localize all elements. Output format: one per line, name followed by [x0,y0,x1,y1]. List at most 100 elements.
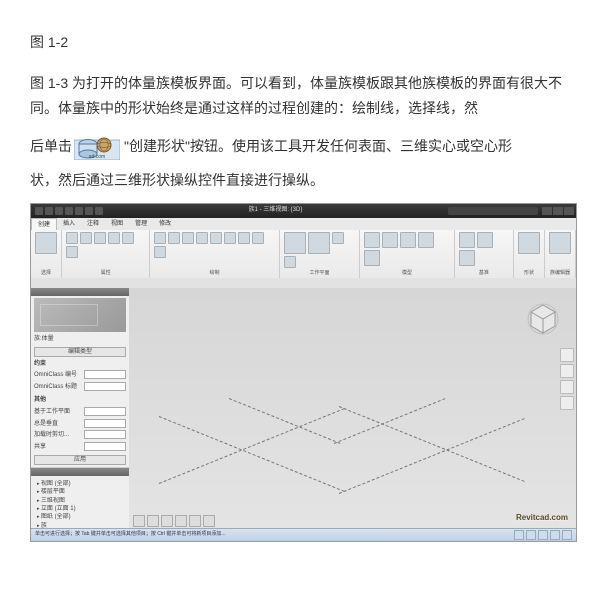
pan-icon[interactable] [560,364,574,378]
qat-icon[interactable] [85,207,93,215]
ribbon-button[interactable] [518,232,540,254]
ribbon-button[interactable] [154,246,166,258]
ribbon-button[interactable] [182,232,194,244]
ribbon-button[interactable] [80,232,92,244]
qat-icon[interactable] [75,207,83,215]
ribbon-button[interactable] [66,246,78,258]
reference-plane[interactable] [334,398,446,444]
orbit-icon[interactable] [560,396,574,410]
ribbon-group: 属性 [62,230,150,278]
visual-style-icon[interactable] [161,515,173,527]
ribbon-button[interactable] [122,232,134,244]
zoom-icon[interactable] [560,380,574,394]
ribbon-group: 族编辑器 [545,230,576,278]
tree-node[interactable]: 三维视图 [37,497,123,505]
apply-button[interactable]: 应用 [34,455,126,465]
ribbon-button[interactable] [66,232,78,244]
ribbon-tab[interactable]: 管理 [129,218,153,230]
category-label: 族:体量 [34,334,126,345]
type-selector-thumb[interactable] [34,298,126,332]
nav-wheel-icon[interactable] [560,348,574,362]
maximize-button[interactable] [553,207,563,215]
ribbon-button[interactable] [332,232,344,244]
status-text: 单击可进行选择；按 Tab 键并单击可选择其他项目；按 Ctrl 键并单击可将新… [35,530,226,539]
close-button[interactable] [564,207,574,215]
reference-plane[interactable] [159,408,345,484]
scale-icon[interactable] [133,515,145,527]
ribbon-button[interactable] [382,232,398,248]
ribbon-button[interactable] [108,232,120,244]
ribbon-button[interactable] [284,232,306,254]
ribbon-tab[interactable]: 创建 [31,218,57,230]
ribbon-button[interactable] [35,232,57,254]
ribbon-button[interactable] [549,232,571,254]
ribbon-button[interactable] [252,232,264,244]
tree-node[interactable]: 图纸 (全部) [37,513,123,521]
ribbon-button[interactable] [168,232,180,244]
ribbon-button[interactable] [210,232,222,244]
tree-node[interactable]: 立面 (立面 1) [37,505,123,513]
property-value[interactable] [84,430,126,439]
ribbon-button[interactable] [196,232,208,244]
status-icon[interactable] [526,530,536,540]
ribbon-tab[interactable]: 注释 [81,218,105,230]
ribbon-button[interactable] [477,232,493,248]
edit-type-button[interactable]: 编辑类型 [34,347,126,357]
properties-title-bar [31,288,129,296]
status-icon[interactable] [514,530,524,540]
view-control-bar [133,515,215,527]
sun-path-icon[interactable] [175,515,187,527]
reference-plane[interactable] [229,398,341,444]
ribbon-button[interactable] [94,232,106,244]
left-panel: 族:体量 编辑类型 约束 OmniClass 编号OmniClass 标题 其他… [31,288,130,529]
property-row: 加载时剪切... [34,430,126,441]
ribbon-button[interactable] [224,232,236,244]
properties-panel: 族:体量 编辑类型 约束 OmniClass 编号OmniClass 标题 其他… [31,288,129,468]
property-value[interactable] [84,407,126,416]
view-cube[interactable] [526,302,560,336]
minimize-button[interactable] [542,207,552,215]
property-value[interactable] [84,442,126,451]
shadows-icon[interactable] [189,515,201,527]
status-icon[interactable] [550,530,560,540]
reference-plane[interactable] [159,416,345,492]
ribbon-button[interactable] [364,250,380,266]
ribbon: 选择属性绘制工作平面模型基准形状族编辑器 [31,230,576,279]
qat-icon[interactable] [55,207,63,215]
property-value[interactable] [84,382,126,391]
property-row: 总是垂直 [34,419,126,430]
ribbon-button[interactable] [364,232,380,248]
search-input[interactable] [448,207,538,215]
ribbon-button[interactable] [418,232,434,248]
property-value[interactable] [84,419,126,428]
paragraph-2a: 后单击 [30,134,72,159]
status-icon[interactable] [538,530,548,540]
detail-level-icon[interactable] [147,515,159,527]
ribbon-button[interactable] [459,232,475,248]
ribbon-button[interactable] [308,232,330,254]
drawing-canvas[interactable]: Revitcad.com [129,288,576,529]
ribbon-tab[interactable]: 修改 [153,218,177,230]
qat-icon[interactable] [65,207,73,215]
ribbon-button[interactable] [400,232,416,248]
ribbon-button[interactable] [154,232,166,244]
tree-node[interactable]: 视图 (全部) [37,480,123,488]
browser-title-bar [31,468,129,476]
paragraph-1: 图 1-3 为打开的体量族模板界面。可以看到，体量族模板跟其他族模板的界面有很大… [30,71,575,121]
ribbon-tab[interactable]: 插入 [57,218,81,230]
quick-access-toolbar[interactable] [35,207,103,215]
tree-node[interactable]: 楼层平面 [37,488,123,496]
property-value[interactable] [84,370,126,379]
status-icon[interactable] [562,530,572,540]
ribbon-button[interactable] [284,256,296,268]
qat-icon[interactable] [35,207,43,215]
create-shape-icon: ad.com [74,132,122,162]
qat-icon[interactable] [95,207,103,215]
reference-plane[interactable] [339,406,525,482]
crop-icon[interactable] [203,515,215,527]
ribbon-button[interactable] [238,232,250,244]
qat-icon[interactable] [45,207,53,215]
ribbon-button[interactable] [459,250,475,266]
paragraph-2b: "创建形状"按钮。使用该工具开发任何表面、三维实心或空心形 [124,134,512,159]
ribbon-tab[interactable]: 视图 [105,218,129,230]
